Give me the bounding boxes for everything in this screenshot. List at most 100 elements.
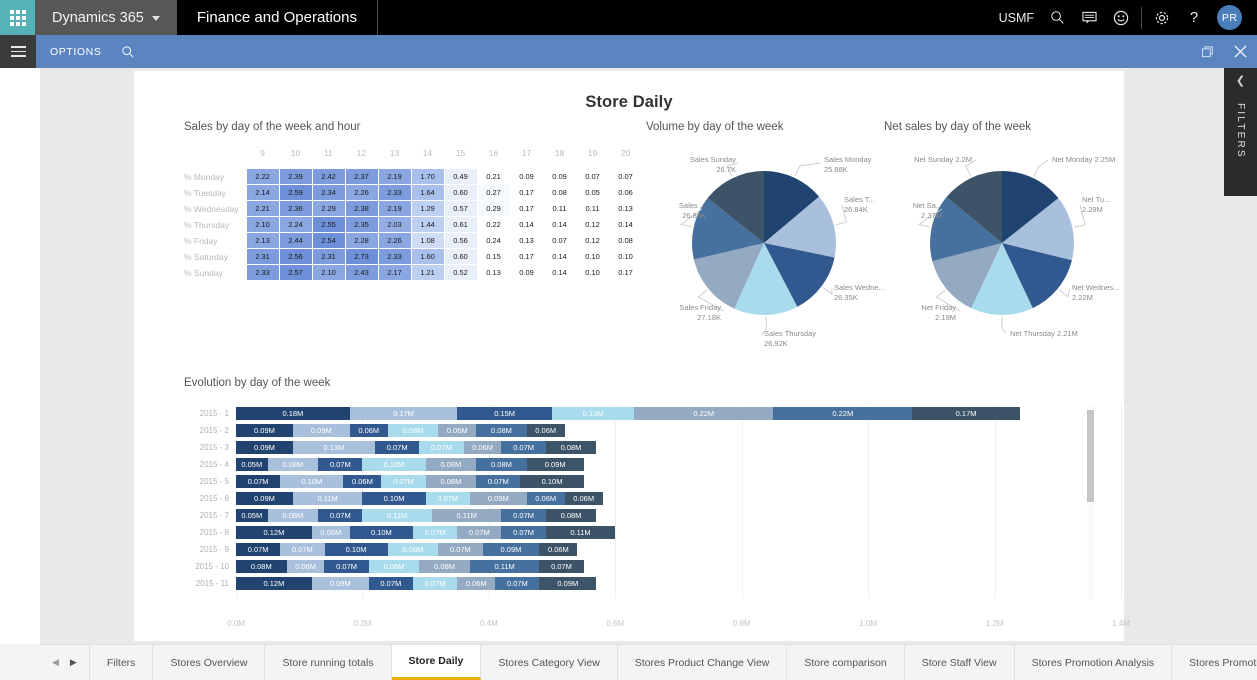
bar-segment[interactable]: 0.08M xyxy=(425,475,477,488)
matrix-cell[interactable]: 2.54 xyxy=(311,232,346,249)
bar-segment[interactable]: 0.06M xyxy=(438,424,477,437)
bar-segment[interactable]: 0.07M xyxy=(425,492,470,505)
bar-segment[interactable]: 0.07M xyxy=(375,441,420,454)
bar-segment[interactable]: 0.06M xyxy=(457,577,496,590)
matrix-cell[interactable]: 0.49 xyxy=(443,168,478,185)
matrix-cell[interactable]: 2.57 xyxy=(278,264,313,281)
bar-segment[interactable]: 0.07M xyxy=(324,560,369,573)
matrix-cell[interactable]: 2.31 xyxy=(245,248,280,265)
matrix-cell[interactable]: 2.28 xyxy=(344,232,379,249)
bar-vertical-scrollbar[interactable] xyxy=(1087,405,1094,599)
bar-segment[interactable]: 0.10M xyxy=(324,543,388,556)
matrix-cell[interactable]: 2.59 xyxy=(278,184,313,201)
bar-segment[interactable]: 0.06M xyxy=(463,441,502,454)
tab-stores-overview[interactable]: Stores Overview xyxy=(153,645,266,680)
matrix-cell[interactable]: 2.29 xyxy=(311,200,346,217)
bar-segment[interactable]: 0.07M xyxy=(236,543,281,556)
bar-segment[interactable]: 0.08M xyxy=(387,424,439,437)
tab-store-daily[interactable]: Store Daily xyxy=(391,645,482,680)
bar-segment[interactable]: 0.09M xyxy=(469,492,527,505)
matrix-cell[interactable]: 0.12 xyxy=(575,216,610,233)
bar-segment[interactable]: 0.07M xyxy=(412,577,458,590)
tab-stores-product-change-view[interactable]: Stores Product Change View xyxy=(617,645,788,680)
bar-segment[interactable]: 0.13M xyxy=(292,441,376,454)
matrix-cell[interactable]: 0.09 xyxy=(509,264,544,281)
bar-segment[interactable]: 0.09M xyxy=(482,543,540,556)
matrix-cell[interactable]: 1.29 xyxy=(410,200,445,217)
matrix-cell[interactable]: 0.60 xyxy=(443,184,478,201)
matrix-cell[interactable]: 0.13 xyxy=(608,200,643,217)
tab-stores-category-view[interactable]: Stores Category View xyxy=(481,645,618,680)
bar-segment[interactable]: 0.08M xyxy=(267,458,319,471)
bar-segment[interactable]: 0.07M xyxy=(539,560,584,573)
bar-segment[interactable]: 0.07M xyxy=(501,526,546,539)
matrix-cell[interactable]: 0.10 xyxy=(575,264,610,281)
matrix-cell[interactable]: 0.22 xyxy=(476,216,511,233)
matrix-cell[interactable]: 0.07 xyxy=(608,168,643,185)
matrix-cell[interactable]: 0.17 xyxy=(509,200,544,217)
bar-segment[interactable]: 0.07M xyxy=(368,577,413,590)
chevron-right-icon[interactable]: ▶ xyxy=(70,657,77,668)
matrix-cell[interactable]: 2.26 xyxy=(344,184,379,201)
matrix-cell[interactable]: 0.15 xyxy=(476,248,511,265)
bar-segment[interactable]: 0.07M xyxy=(438,543,483,556)
restore-window-icon[interactable] xyxy=(1192,35,1224,68)
matrix-cell[interactable]: 0.08 xyxy=(542,184,577,201)
matrix-cell[interactable]: 2.31 xyxy=(311,248,346,265)
matrix-cell[interactable]: 2.55 xyxy=(311,216,346,233)
matrix-cell[interactable]: 2.37 xyxy=(344,168,379,185)
tab-stores-promotion-analysis[interactable]: Stores Promotion Analysis xyxy=(1014,645,1173,680)
bar-segment[interactable]: 0.11M xyxy=(545,526,616,539)
matrix-cell[interactable]: 2.13 xyxy=(245,232,280,249)
bar-segment[interactable]: 0.13M xyxy=(552,407,635,420)
bar-segment[interactable]: 0.06M xyxy=(564,492,603,505)
matrix-cell[interactable]: 0.10 xyxy=(608,248,643,265)
bar-segment[interactable]: 0.06M xyxy=(343,475,382,488)
bar-segment[interactable]: 0.08M xyxy=(545,509,597,522)
matrix-cell[interactable]: 0.52 xyxy=(443,264,478,281)
bar-segment[interactable]: 0.22M xyxy=(773,407,913,420)
matrix-cell[interactable]: 2.39 xyxy=(278,168,313,185)
bar-segment[interactable]: 0.08M xyxy=(267,509,319,522)
matrix-cell[interactable]: 0.13 xyxy=(476,264,511,281)
app-launcher-icon[interactable] xyxy=(0,0,35,35)
bar-segment[interactable]: 0.06M xyxy=(539,543,578,556)
message-icon[interactable] xyxy=(1073,0,1105,35)
tab-store-staff-view[interactable]: Store Staff View xyxy=(904,645,1015,680)
bar-segment[interactable]: 0.10M xyxy=(362,458,426,471)
matrix-cell[interactable]: 2.19 xyxy=(377,200,412,217)
matrix-cell[interactable]: 1.70 xyxy=(410,168,445,185)
bar-segment[interactable]: 0.06M xyxy=(349,424,388,437)
bar-segment[interactable]: 0.06M xyxy=(286,560,325,573)
matrix-cell[interactable]: 0.24 xyxy=(476,232,511,249)
bar-segment[interactable]: 0.08M xyxy=(476,424,527,437)
bar-segment[interactable]: 0.07M xyxy=(236,475,281,488)
matrix-cell[interactable]: 0.06 xyxy=(608,184,643,201)
company-selector[interactable]: USMF xyxy=(992,0,1041,35)
matrix-cell[interactable]: 0.17 xyxy=(509,248,544,265)
bar-segment[interactable]: 0.09M xyxy=(292,424,350,437)
bar-segment[interactable]: 0.15M xyxy=(457,407,553,420)
matrix-cell[interactable]: 0.21 xyxy=(476,168,511,185)
bar-segment[interactable]: 0.07M xyxy=(280,543,325,556)
chevron-left-icon[interactable]: ❮ xyxy=(1236,76,1245,87)
feedback-icon[interactable] xyxy=(1105,0,1137,35)
matrix-cell[interactable]: 2.10 xyxy=(245,216,280,233)
bar-segment[interactable]: 0.10M xyxy=(362,492,426,505)
bar-segment[interactable]: 0.17M xyxy=(912,407,1020,420)
matrix-cell[interactable]: 0.14 xyxy=(542,264,577,281)
bar-segment[interactable]: 0.08M xyxy=(236,560,287,573)
matrix-cell[interactable]: 2.33 xyxy=(377,184,412,201)
matrix-cell[interactable]: 0.14 xyxy=(509,216,544,233)
matrix-cell[interactable]: 2.38 xyxy=(344,200,379,217)
bar-segment[interactable]: 0.09M xyxy=(236,492,293,505)
matrix-cell[interactable]: 0.09 xyxy=(509,168,544,185)
bar-segment[interactable]: 0.11M xyxy=(292,492,363,505)
bar-segment[interactable]: 0.11M xyxy=(362,509,432,522)
bar-segment[interactable]: 0.08M xyxy=(419,560,470,573)
bar-segment[interactable]: 0.08M xyxy=(387,543,439,556)
bar-segment[interactable]: 0.07M xyxy=(318,509,363,522)
brand-dynamics365[interactable]: Dynamics 365 xyxy=(35,0,177,35)
matrix-cell[interactable]: 0.17 xyxy=(509,184,544,201)
bar-segment[interactable]: 0.08M xyxy=(545,441,597,454)
